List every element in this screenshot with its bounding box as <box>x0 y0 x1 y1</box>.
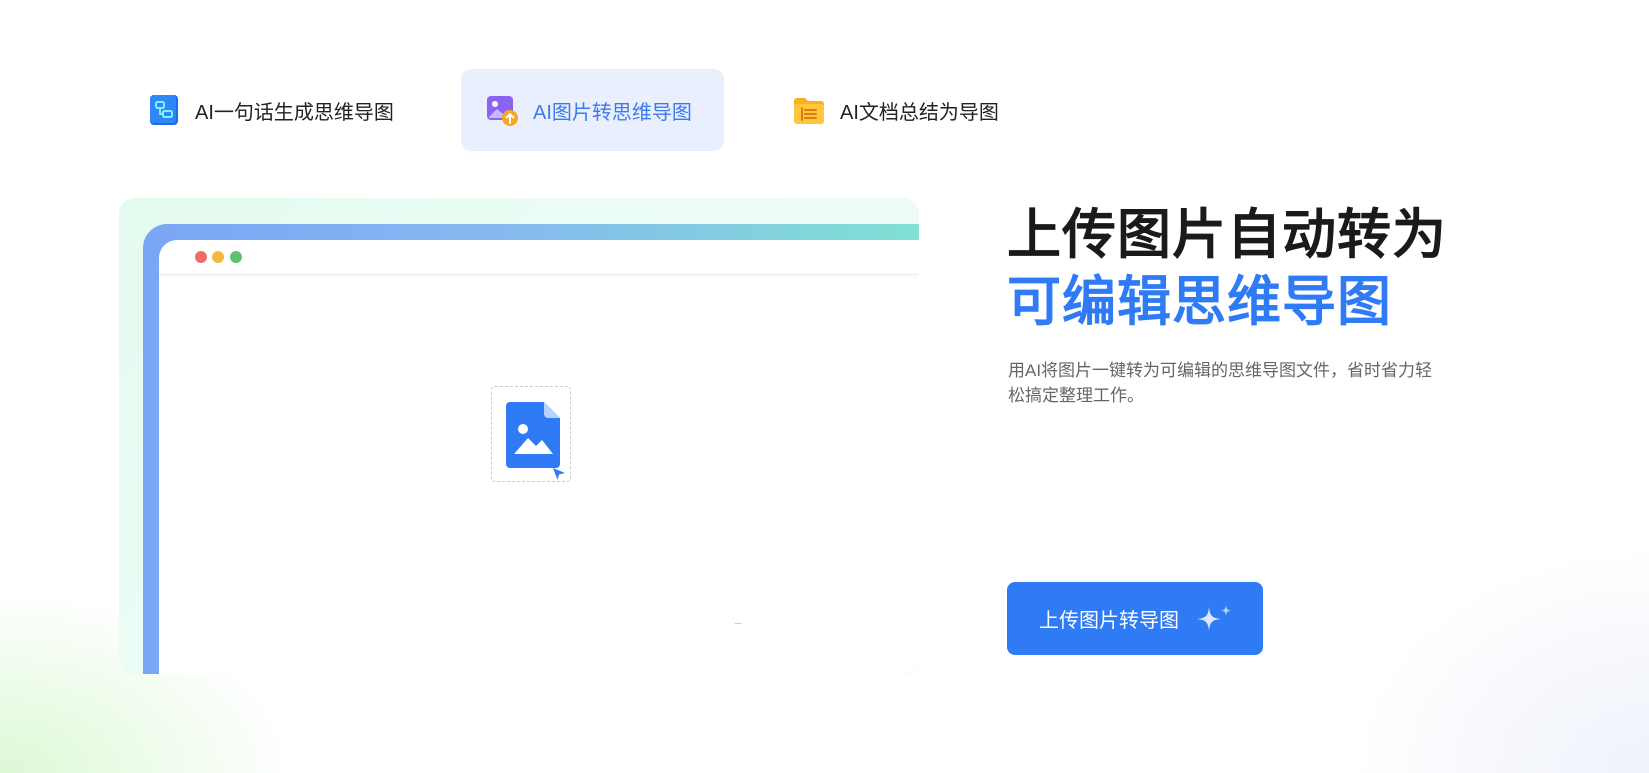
browser-titlebar <box>159 240 919 275</box>
window-maximize-dot <box>230 251 242 263</box>
folder-list-icon <box>794 98 824 124</box>
divider <box>735 623 741 624</box>
sparkle-icon <box>1197 604 1231 631</box>
tab-ai-doc-summary[interactable]: AI文档总结为导图 <box>768 69 1048 151</box>
image-file-icon <box>506 402 560 468</box>
window-minimize-dot <box>212 251 224 263</box>
preview-illustration <box>119 198 919 674</box>
window-close-dot <box>195 251 207 263</box>
hero-description: 用AI将图片一键转为可编辑的思维导图文件，省时省力轻松搞定整理工作。 <box>1008 361 1433 405</box>
feature-tabs: AI一句话生成思维导图 AI图片转思维导图 AI文档总结为导图 <box>0 0 1649 180</box>
tab-ai-image-mindmap[interactable]: AI图片转思维导图 <box>461 69 724 151</box>
mindmap-icon <box>150 95 178 125</box>
browser-window <box>159 240 919 674</box>
tab-label: AI文档总结为导图 <box>840 101 999 124</box>
tab-label: AI图片转思维导图 <box>533 101 692 124</box>
upload-image-button[interactable]: 上传图片转导图 <box>1007 582 1263 655</box>
image-upload-icon <box>487 96 518 126</box>
tab-label: AI一句话生成思维导图 <box>195 101 394 124</box>
hero-title-line2: 可编辑思维导图 <box>1007 272 1392 332</box>
hero-title-line1: 上传图片自动转为 <box>1007 205 1447 265</box>
image-drop-zone[interactable] <box>491 386 571 482</box>
upload-button-label: 上传图片转导图 <box>1039 610 1179 632</box>
tab-ai-sentence-mindmap[interactable]: AI一句话生成思维导图 <box>123 69 419 151</box>
cursor-icon <box>553 468 565 480</box>
